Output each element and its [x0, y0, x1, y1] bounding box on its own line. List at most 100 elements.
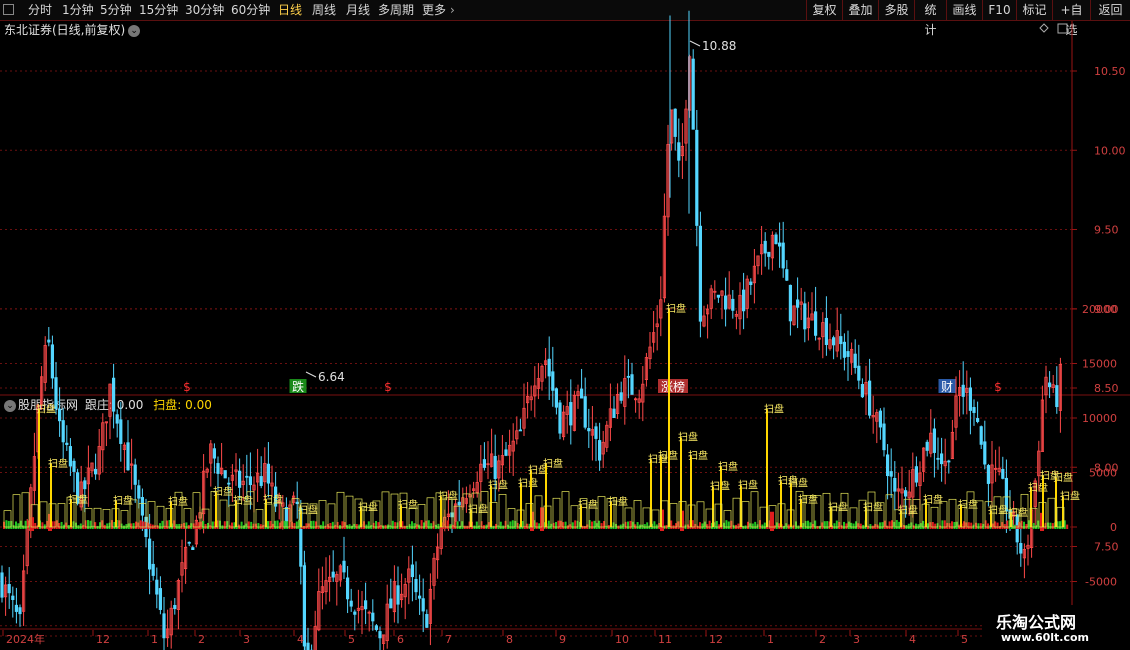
- candle-body: [587, 428, 591, 432]
- volume-bar: [751, 523, 754, 529]
- scan-label: 扫盘: [798, 493, 818, 506]
- volume-bar: [915, 523, 917, 529]
- candle-body: [504, 449, 508, 456]
- candle-body: [158, 588, 162, 610]
- scan-label: 扫盘: [398, 498, 418, 511]
- candle-body: [119, 419, 123, 444]
- candle-body: [961, 384, 965, 397]
- time-axis-label: 10: [615, 633, 629, 646]
- candle-body: [724, 295, 728, 310]
- candle-body: [94, 468, 98, 475]
- high-pointer: [689, 40, 701, 47]
- red-spike-bar: [30, 517, 34, 531]
- candle-body: [814, 311, 818, 336]
- volume-bar: [231, 522, 233, 529]
- volume-bar: [691, 520, 694, 529]
- volume-bar: [41, 522, 44, 529]
- candle-body: [932, 428, 937, 453]
- volume-bar: [430, 523, 433, 529]
- scan-cluster: [147, 501, 156, 528]
- candle-body: [147, 538, 152, 570]
- candle-body: [493, 455, 497, 479]
- indicator-tick-label: 20000: [1082, 303, 1117, 316]
- time-axis-label: 6: [397, 633, 404, 646]
- price-tick-label: 10.50: [1094, 65, 1126, 78]
- volume-bar: [934, 523, 937, 529]
- volume-bar: [763, 522, 766, 529]
- scan-cluster: [219, 499, 228, 528]
- time-axis-label: 9: [559, 633, 566, 646]
- candle-body: [767, 251, 771, 257]
- volume-bar: [511, 520, 514, 529]
- volume-bar: [178, 523, 181, 529]
- scan-cluster: [345, 495, 354, 528]
- candle-body: [839, 336, 843, 345]
- candle-body: [266, 463, 271, 484]
- scan-label: 扫盘: [48, 457, 68, 470]
- chart-canvas[interactable]: 10.5010.009.509.008.508.007.507.00200001…: [0, 0, 1130, 650]
- scan-label: 扫盘: [358, 500, 378, 513]
- candle-body: [853, 353, 857, 368]
- candle-body: [331, 571, 335, 578]
- candle-body: [133, 464, 137, 485]
- candle-body: [860, 383, 865, 398]
- volume-bar: [1051, 523, 1054, 529]
- candle-body: [353, 611, 357, 615]
- volume-bar: [204, 523, 207, 529]
- scan-bar: [680, 437, 682, 527]
- volume-bar: [1025, 524, 1028, 529]
- event-marker: $: [384, 380, 392, 394]
- volume-bar: [859, 523, 862, 529]
- volume-bar: [737, 523, 740, 529]
- candle-body: [14, 604, 18, 612]
- volume-bar: [509, 521, 512, 529]
- scan-label: 扫盘: [518, 476, 538, 489]
- volume-bar: [17, 523, 20, 529]
- candle-body: [58, 408, 62, 422]
- volume-bar: [375, 520, 377, 529]
- event-marker: $: [183, 380, 191, 394]
- candle-body: [868, 380, 872, 416]
- volume-bar: [562, 522, 565, 529]
- candle-body: [785, 269, 789, 281]
- volume-bar: [403, 525, 406, 529]
- volume-bar: [643, 524, 646, 529]
- volume-bar: [89, 520, 92, 529]
- candle-body: [886, 454, 890, 477]
- volume-bar: [557, 520, 560, 529]
- candle-body: [893, 478, 897, 492]
- volume-bar: [816, 525, 819, 529]
- volume-bar: [454, 521, 457, 529]
- event-marker: 财: [941, 380, 953, 394]
- volume-bar: [996, 522, 999, 529]
- candle-body: [126, 442, 130, 471]
- candle-body: [7, 584, 11, 594]
- candle-body: [306, 642, 310, 650]
- time-axis-label: 2024年: [6, 632, 45, 646]
- volume-bar: [106, 523, 109, 529]
- volume-bar: [283, 520, 286, 529]
- volume-bar: [941, 520, 944, 529]
- scan-label: 扫盘: [666, 302, 686, 315]
- candle-body: [547, 358, 551, 377]
- scan-label: 扫盘: [1028, 481, 1048, 494]
- candle-body: [749, 281, 753, 286]
- candle-body: [140, 497, 144, 516]
- volume-bar: [60, 521, 63, 529]
- candle-body: [223, 470, 227, 479]
- volume-bar: [627, 521, 629, 529]
- volume-bar: [437, 523, 440, 529]
- volume-bar: [629, 520, 632, 529]
- volume-bar: [247, 521, 250, 529]
- scan-cluster: [651, 509, 660, 528]
- volume-bar: [1032, 523, 1035, 529]
- candle-body: [518, 429, 523, 432]
- volume-bar: [259, 524, 262, 529]
- scan-label: 扫盘: [36, 402, 56, 415]
- volume-bar: [564, 521, 567, 529]
- volume-bar: [593, 520, 596, 529]
- candle-body: [925, 441, 929, 451]
- volume-bar: [96, 525, 99, 529]
- volume-bar: [447, 520, 449, 529]
- volume-bar: [994, 521, 997, 529]
